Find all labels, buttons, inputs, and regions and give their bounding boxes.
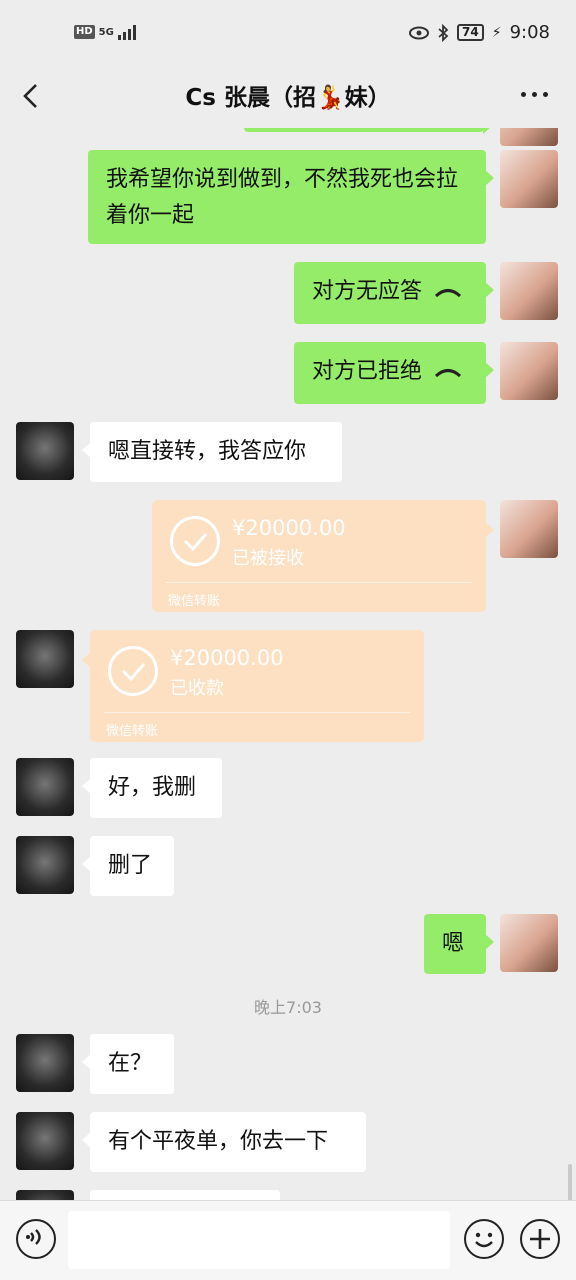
message-bubble[interactable]: 嗯: [424, 914, 494, 974]
signal-icon: [117, 24, 136, 40]
transfer-footer: 微信转账: [168, 594, 221, 609]
plus-icon[interactable]: [520, 1219, 560, 1259]
eye-icon: [409, 26, 430, 39]
charging-icon: ⚡: [491, 24, 502, 41]
check-circle-icon: [170, 516, 220, 566]
transfer-amount: ¥20000.00: [232, 516, 346, 540]
message-list[interactable]: 我希望你说到做到，不然我死也会拉着你一起 对方无应答 对方已拒绝 嗯直接转，我答…: [0, 128, 576, 1200]
status-bar: HD 5G 74 ⚡ 9:08: [0, 0, 576, 64]
partial-message[interactable]: [244, 128, 492, 134]
message-bubble[interactable]: 好，我删: [82, 758, 222, 818]
scrollbar[interactable]: [568, 1164, 572, 1200]
contact-avatar[interactable]: [16, 630, 74, 688]
message-text: 对方已拒绝: [312, 359, 423, 384]
self-avatar[interactable]: [500, 342, 558, 400]
message-text: 有个平夜单，你去一下: [108, 1129, 329, 1154]
partial-message[interactable]: [90, 1190, 280, 1200]
emoji-icon[interactable]: [464, 1219, 504, 1259]
chat-title: Cs 张晨（招💃妹）: [185, 85, 391, 111]
message-text: 嗯直接转，我答应你: [108, 439, 307, 464]
call-status-bubble[interactable]: 对方无应答: [294, 262, 494, 324]
message-text: 在？: [108, 1051, 153, 1076]
self-avatar[interactable]: [500, 262, 558, 320]
divider: [166, 582, 472, 583]
check-circle-icon: [108, 646, 158, 696]
message-input[interactable]: [68, 1211, 450, 1269]
message-bubble[interactable]: 嗯直接转，我答应你: [82, 422, 342, 482]
transfer-footer: 微信转账: [106, 724, 159, 739]
contact-avatar[interactable]: [16, 1190, 74, 1200]
message-text: 嗯: [442, 931, 465, 956]
call-status-bubble[interactable]: 对方已拒绝: [294, 342, 494, 404]
contact-avatar[interactable]: [16, 758, 74, 816]
chat-header: Cs 张晨（招💃妹）: [0, 64, 576, 128]
message-text: 我希望你说到做到，不然我死也会拉着你一起: [106, 167, 459, 228]
transfer-amount: ¥20000.00: [170, 646, 284, 670]
message-bubble[interactable]: 有个平夜单，你去一下: [82, 1112, 366, 1172]
self-avatar[interactable]: [500, 128, 558, 146]
message-text: 删了: [108, 853, 153, 878]
transfer-card[interactable]: ¥20000.00 已收款 微信转账: [82, 630, 424, 742]
message-bubble[interactable]: 我希望你说到做到，不然我死也会拉着你一起: [88, 150, 494, 244]
self-avatar[interactable]: [500, 914, 558, 972]
transfer-status: 已被接收: [232, 548, 304, 569]
contact-avatar[interactable]: [16, 1112, 74, 1170]
message-text: 好，我删: [108, 775, 197, 800]
voice-icon[interactable]: [16, 1219, 56, 1259]
hangup-icon: [435, 369, 462, 378]
message-bubble[interactable]: 在？: [82, 1034, 174, 1094]
clock: 9:08: [509, 22, 550, 43]
bluetooth-icon: [438, 23, 449, 42]
self-avatar[interactable]: [500, 500, 558, 558]
input-bar: [0, 1200, 576, 1280]
more-icon[interactable]: [521, 92, 548, 97]
status-right: 74 ⚡ 9:08: [409, 22, 550, 43]
contact-avatar[interactable]: [16, 422, 74, 480]
self-avatar[interactable]: [500, 150, 558, 208]
hangup-icon: [435, 289, 462, 298]
status-left: HD 5G: [74, 24, 136, 40]
message-text: 对方无应答: [312, 279, 423, 304]
transfer-card[interactable]: ¥20000.00 已被接收 微信转账: [152, 500, 494, 612]
hd-badge: HD: [74, 25, 95, 39]
chat-timestamp: 晚上7:03: [254, 998, 322, 1017]
divider: [104, 712, 410, 713]
message-bubble[interactable]: 删了: [82, 836, 174, 896]
contact-avatar[interactable]: [16, 836, 74, 894]
network-type: 5G: [98, 26, 114, 38]
contact-avatar[interactable]: [16, 1034, 74, 1092]
battery-icon: 74: [457, 24, 484, 41]
transfer-status: 已收款: [170, 678, 224, 699]
